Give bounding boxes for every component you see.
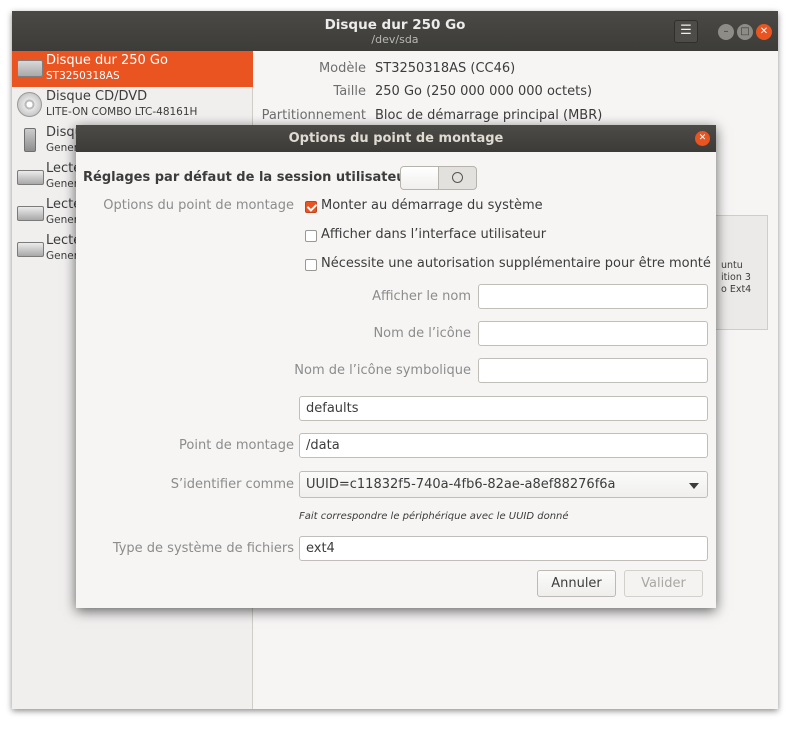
drive-model: Gener: [46, 178, 79, 190]
dropdown-arrow-icon: [689, 483, 699, 489]
hamburger-menu-icon[interactable]: ☰: [674, 20, 698, 43]
symbolic-icon-label: Nom de l’icône symbolique: [294, 363, 471, 378]
require-auth-label[interactable]: Nécessite une autorisation supplémentair…: [321, 256, 711, 271]
identify-hint: Fait correspondre le périphérique avec l…: [299, 511, 569, 522]
minimize-icon[interactable]: –: [718, 24, 734, 40]
window-titlebar[interactable]: Disque dur 250 Go /dev/sda ☰ – □ ✕: [12, 11, 778, 51]
drive-item-hdd[interactable]: Disque dur 250 Go ST3250318AS: [12, 51, 253, 87]
drive-name: Disque CD/DVD: [46, 89, 148, 104]
drive-item-cdrom[interactable]: Disque CD/DVD LITE-ON COMBO LTC-48161H: [12, 87, 253, 123]
dialog-titlebar[interactable]: Options du point de montage ✕: [76, 125, 716, 152]
drive-model: Gener: [46, 214, 79, 226]
drive-model: Gener: [46, 142, 79, 154]
mount-at-startup-label[interactable]: Monter au démarrage du système: [321, 198, 543, 213]
switch-knob: [401, 167, 439, 189]
session-defaults-label: Réglages par défaut de la session utilis…: [83, 170, 412, 185]
drive-model: Gener: [46, 250, 79, 262]
show-in-ui-checkbox[interactable]: [305, 230, 317, 242]
hard-drive-icon: [16, 56, 44, 80]
drive-model: LITE-ON COMBO LTC-48161H: [46, 106, 198, 118]
size-label: Taille: [333, 84, 366, 99]
icon-name-label: Nom de l’icône: [373, 326, 471, 341]
mount-options-field[interactable]: defaults: [299, 396, 708, 421]
cancel-button[interactable]: Annuler: [537, 570, 616, 597]
optical-drive-icon: [16, 92, 44, 117]
show-in-ui-label[interactable]: Afficher dans l’interface utilisateur: [321, 227, 546, 242]
icon-name-field[interactable]: [478, 321, 708, 346]
card-reader-icon: [16, 164, 44, 188]
mount-options-dialog: Options du point de montage ✕ Réglages p…: [76, 125, 716, 608]
require-auth-checkbox[interactable]: [305, 259, 317, 271]
identify-as-label: S’identifier comme: [170, 477, 294, 492]
dialog-title: Options du point de montage: [288, 131, 504, 146]
maximize-icon[interactable]: □: [737, 24, 753, 40]
identify-as-dropdown[interactable]: UUID=c11832f5-740a-4fb6-82ae-a8ef88276f6…: [299, 471, 708, 498]
display-name-label: Afficher le nom: [372, 289, 471, 304]
model-label: Modèle: [318, 61, 366, 76]
card-reader-icon: [16, 200, 44, 224]
validate-button[interactable]: Valider: [624, 570, 703, 597]
window-title: Disque dur 250 Go: [324, 17, 466, 33]
mount-at-startup-checkbox[interactable]: [305, 201, 317, 213]
card-reader-icon: [16, 236, 44, 260]
mount-point-field[interactable]: /data: [299, 433, 708, 458]
mount-options-label: Options du point de montage: [103, 198, 294, 213]
close-window-icon[interactable]: ✕: [756, 24, 772, 40]
partitioning-value: Bloc de démarrage principal (MBR): [375, 108, 603, 123]
volume-text-line: o Ext4: [721, 284, 752, 295]
fs-type-label: Type de système de fichiers: [112, 541, 294, 556]
drive-model: ST3250318AS: [46, 70, 120, 82]
usb-drive-icon: [16, 128, 44, 152]
size-value: 250 Go (250 000 000 000 octets): [375, 84, 593, 99]
model-value: ST3250318AS (CC46): [375, 61, 516, 76]
display-name-field[interactable]: [478, 284, 708, 309]
volume-text-line: ition 3: [721, 272, 751, 283]
volume-text-line: untu: [721, 260, 743, 271]
close-dialog-icon[interactable]: ✕: [695, 131, 710, 146]
identify-as-value: UUID=c11832f5-740a-4fb6-82ae-a8ef88276f6…: [306, 477, 616, 492]
fs-type-field[interactable]: ext4: [299, 536, 708, 561]
drive-name: Disque dur 250 Go: [46, 53, 168, 68]
session-defaults-switch[interactable]: [400, 166, 477, 190]
symbolic-icon-field[interactable]: [478, 358, 708, 383]
partitioning-label: Partitionnement: [261, 108, 366, 123]
window-subtitle: /dev/sda: [371, 33, 419, 46]
mount-point-label: Point de montage: [179, 438, 294, 453]
switch-off-icon: [452, 172, 463, 183]
